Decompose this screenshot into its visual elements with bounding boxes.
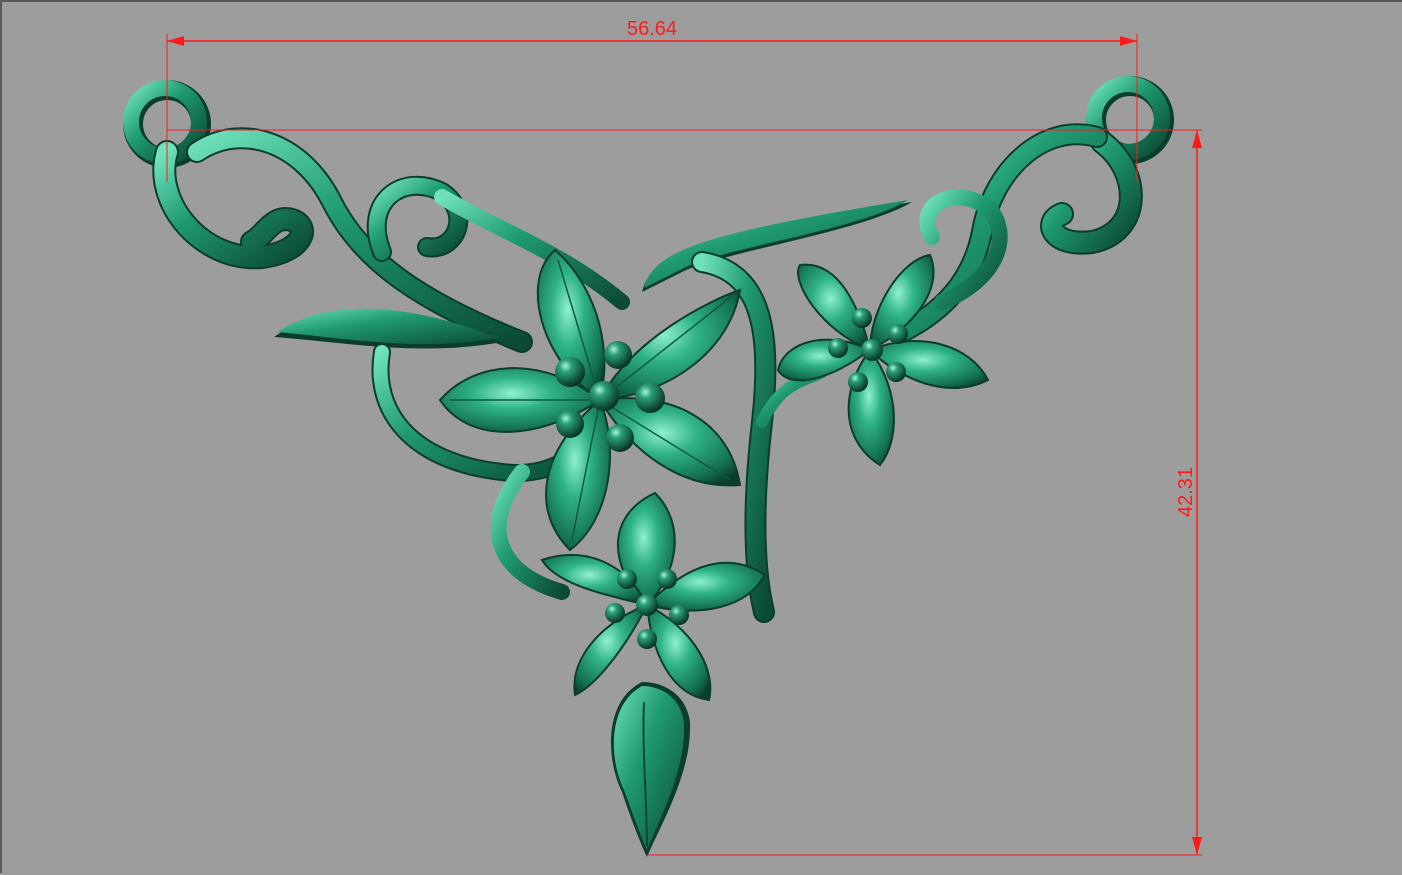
pendant-ornament[interactable] <box>123 76 1174 857</box>
height-arrow-bottom <box>1192 837 1202 855</box>
width-arrow-right <box>1120 36 1137 46</box>
width-arrow-left <box>167 36 184 46</box>
model-canvas[interactable]: 56.64 42.31 <box>2 2 1402 875</box>
bottom-hanging-leaf <box>610 682 691 857</box>
height-arrow-top <box>1192 130 1202 148</box>
width-dimension-label: 56.64 <box>627 18 677 40</box>
right-scroll-vines <box>891 123 1143 343</box>
height-dimension-label: 42.31 <box>1175 467 1197 517</box>
main-flower[interactable] <box>438 248 742 552</box>
cad-viewport[interactable]: 56.64 42.31 <box>0 0 1402 873</box>
